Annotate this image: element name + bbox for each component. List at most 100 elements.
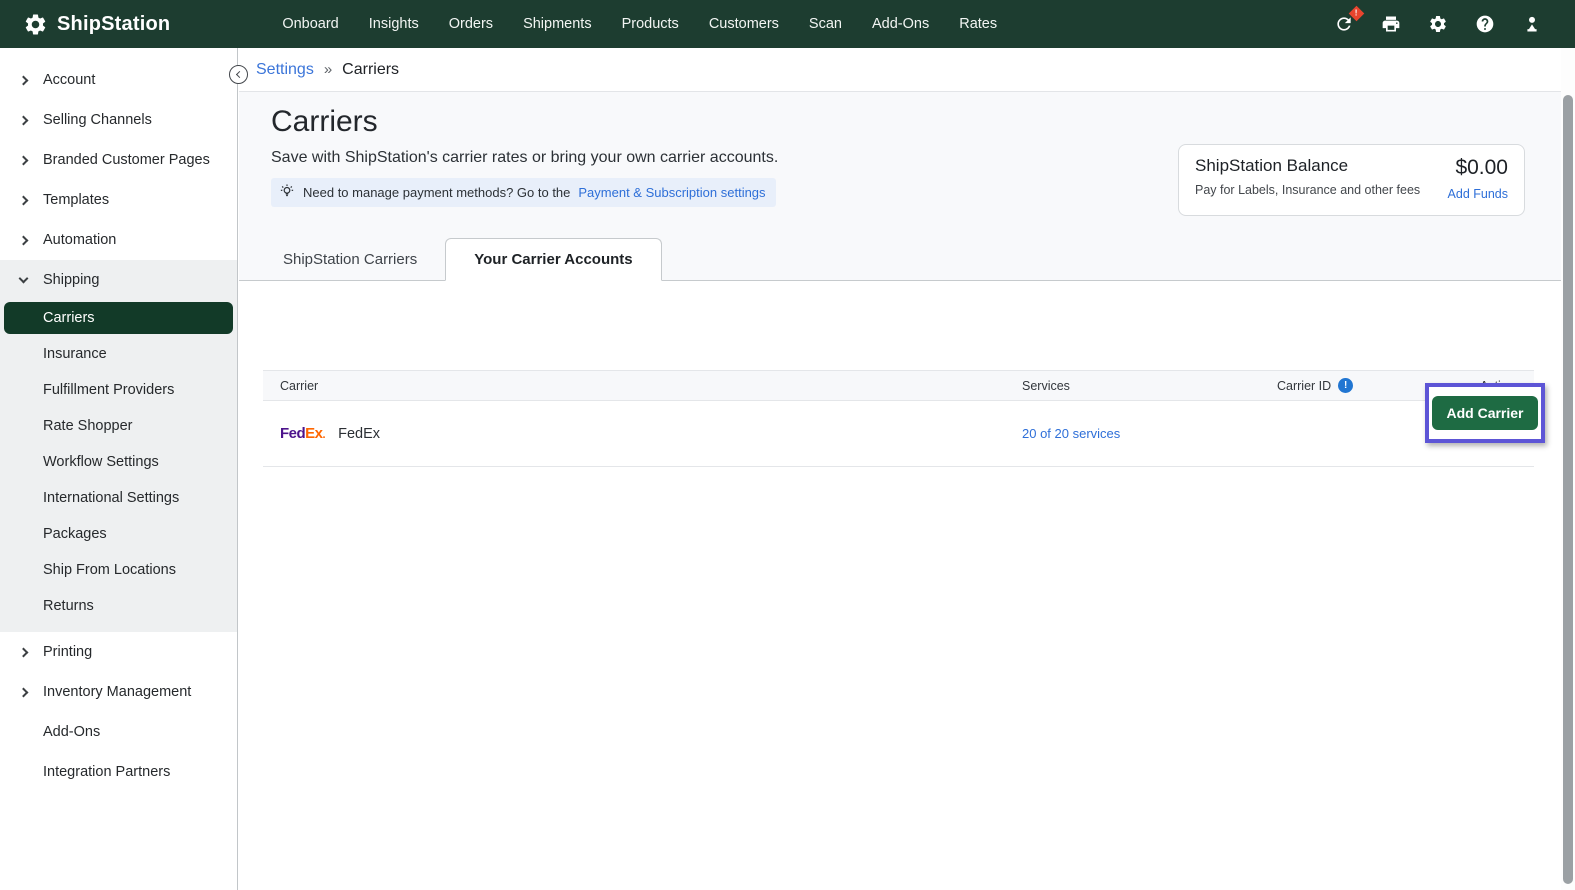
sidebar-item-packages[interactable]: Packages [0,516,237,552]
sidebar-item-label: Packages [43,526,107,542]
settings-sidebar: Account Selling Channels Branded Custome… [0,48,238,890]
fedex-logo: FedEx. [280,425,325,442]
sidebar-item-label: Rate Shopper [43,418,132,434]
sidebar-item-label: Add-Ons [43,724,100,740]
sidebar-item-branded-customer-pages[interactable]: Branded Customer Pages [0,140,237,180]
main-nav: Onboard Insights Orders Shipments Produc… [282,16,997,32]
sidebar-item-label: Branded Customer Pages [43,152,210,168]
sidebar-item-label: Templates [43,192,109,208]
shipstation-gear-icon [23,12,48,37]
sidebar-item-carriers[interactable]: Carriers [4,302,233,334]
navbar-icon-group: ! [1333,13,1543,35]
nav-item-scan[interactable]: Scan [809,16,842,32]
tip-text: Need to manage payment methods? Go to th… [303,185,570,200]
sidebar-item-label: Inventory Management [43,684,191,700]
table-header-row: Carrier Services Carrier ID ! Actions [263,370,1534,401]
brand-name: ShipStation [57,13,170,36]
breadcrumb-current: Carriers [342,61,399,79]
chevron-right-icon [19,155,29,165]
sidebar-item-printing[interactable]: Printing [0,632,237,672]
sidebar-item-label: International Settings [43,490,179,506]
page-title: Carriers [271,92,1575,139]
nav-item-orders[interactable]: Orders [449,16,493,32]
sidebar-item-automation[interactable]: Automation [0,220,237,260]
carrier-id-info-icon[interactable]: ! [1338,378,1353,393]
sidebar-item-shipping[interactable]: Shipping [0,260,237,300]
sidebar-item-templates[interactable]: Templates [0,180,237,220]
sidebar-group-shipping: Shipping Carriers Insurance Fulfillment … [0,260,237,632]
sidebar-item-inventory-management[interactable]: Inventory Management [0,672,237,712]
column-header-services: Services [1022,379,1277,393]
carrier-accounts-table: Carrier Services Carrier ID ! Actions Fe… [263,370,1534,467]
tab-panel-your-carrier-accounts: Add Carrier Carrier Services Carrier ID … [239,370,1575,890]
add-carrier-button[interactable]: Add Carrier [1432,396,1537,430]
column-header-carrier: Carrier [263,379,1022,393]
chevron-right-icon [19,235,29,245]
add-carrier-highlight-annotation: Add Carrier [1425,383,1545,443]
main-content: Settings » Carriers Carriers Save with S… [239,48,1575,890]
chevron-right-icon [19,687,29,697]
chevron-down-icon [19,274,29,284]
settings-icon[interactable] [1427,13,1449,35]
breadcrumb-settings-link[interactable]: Settings [256,61,314,79]
payment-tip-banner: Need to manage payment methods? Go to th… [271,178,776,207]
add-funds-link[interactable]: Add Funds [1448,187,1508,201]
sidebar-item-fulfillment-providers[interactable]: Fulfillment Providers [0,372,237,408]
chevron-right-icon [19,195,29,205]
sidebar-item-returns[interactable]: Returns [0,588,237,624]
sidebar-item-add-ons[interactable]: Add-Ons [0,712,237,752]
nav-item-rates[interactable]: Rates [959,16,997,32]
page-header: Carriers Save with ShipStation's carrier… [239,91,1575,281]
sidebar-item-label: Printing [43,644,92,660]
sidebar-item-rate-shopper[interactable]: Rate Shopper [0,408,237,444]
sidebar-item-integration-partners[interactable]: Integration Partners [0,752,237,792]
sidebar-item-selling-channels[interactable]: Selling Channels [0,100,237,140]
nav-item-insights[interactable]: Insights [369,16,419,32]
scrollbar-thumb[interactable] [1563,95,1573,884]
top-navbar: ShipStation Onboard Insights Orders Ship… [0,0,1575,48]
shipstation-app: ShipStation Onboard Insights Orders Ship… [0,0,1575,890]
nav-item-addons[interactable]: Add-Ons [872,16,929,32]
nav-item-products[interactable]: Products [622,16,679,32]
carrier-name: FedEx [338,426,380,442]
sidebar-item-label: Insurance [43,346,107,362]
user-icon[interactable] [1521,13,1543,35]
shipstation-logo[interactable]: ShipStation [23,12,170,37]
sidebar-item-ship-from-locations[interactable]: Ship From Locations [0,552,237,588]
carrier-tabs: ShipStation Carriers Your Carrier Accoun… [255,238,662,281]
balance-description: Pay for Labels, Insurance and other fees [1195,183,1420,197]
chevron-right-icon [19,647,29,657]
print-icon[interactable] [1380,13,1402,35]
nav-item-shipments[interactable]: Shipments [523,16,592,32]
shipstation-balance-card: ShipStation Balance Pay for Labels, Insu… [1178,144,1525,216]
sidebar-item-label: Account [43,72,95,88]
sidebar-collapse-button[interactable] [229,65,248,84]
tab-shipstation-carriers[interactable]: ShipStation Carriers [255,238,445,281]
chevron-right-icon [19,75,29,85]
sidebar-item-label: Integration Partners [43,764,170,780]
refresh-icon[interactable]: ! [1333,13,1355,35]
breadcrumb-separator: » [324,61,332,78]
nav-item-onboard[interactable]: Onboard [282,16,338,32]
sidebar-item-label: Ship From Locations [43,562,176,578]
sidebar-item-label: Selling Channels [43,112,152,128]
page-scrollbar [1561,48,1575,890]
tab-your-carrier-accounts[interactable]: Your Carrier Accounts [445,238,661,281]
sidebar-item-label: Returns [43,598,94,614]
balance-title: ShipStation Balance [1195,156,1420,176]
sidebar-item-international-settings[interactable]: International Settings [0,480,237,516]
chevron-left-icon [236,71,243,78]
balance-amount: $0.00 [1448,156,1508,180]
services-link[interactable]: 20 of 20 services [1022,426,1120,441]
sidebar-item-account[interactable]: Account [0,60,237,100]
sidebar-item-insurance[interactable]: Insurance [0,336,237,372]
help-icon[interactable] [1474,13,1496,35]
sidebar-item-workflow-settings[interactable]: Workflow Settings [0,444,237,480]
lightbulb-icon [279,183,295,202]
payment-subscription-settings-link[interactable]: Payment & Subscription settings [578,185,765,200]
sidebar-item-label: Fulfillment Providers [43,382,174,398]
breadcrumb: Settings » Carriers [239,48,1575,91]
nav-item-customers[interactable]: Customers [709,16,779,32]
sidebar-item-label: Shipping [43,272,99,288]
table-row-fedex: FedEx. FedEx 20 of 20 services ••• [263,401,1534,467]
